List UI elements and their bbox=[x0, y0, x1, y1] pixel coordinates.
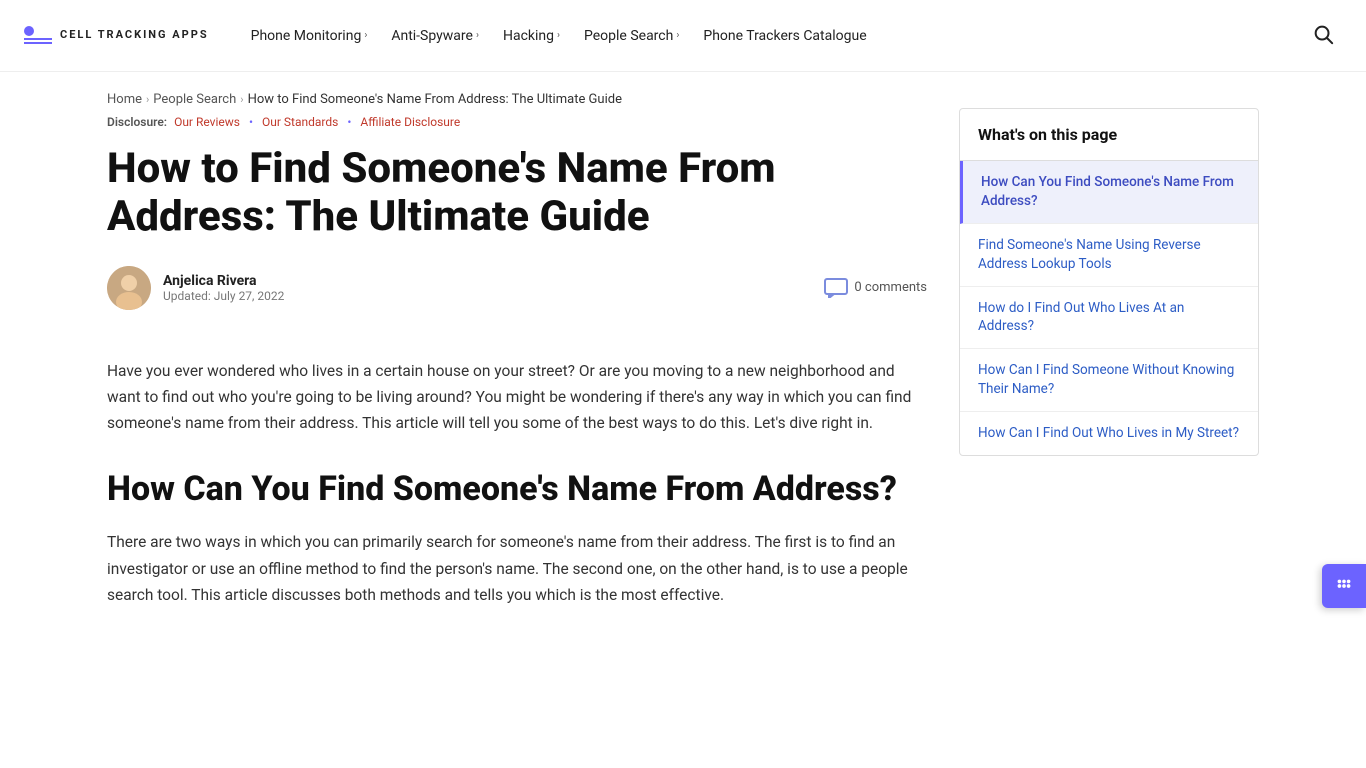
disclosure-our-standards[interactable]: Our Standards bbox=[262, 115, 338, 129]
disclosure-bar: Disclosure: Our Reviews • Our Standards … bbox=[107, 115, 927, 129]
chevron-icon: › bbox=[676, 30, 679, 41]
breadcrumb-current: How to Find Someone's Name From Address:… bbox=[248, 92, 622, 107]
float-icon bbox=[1333, 575, 1355, 597]
search-button[interactable] bbox=[1304, 15, 1342, 57]
author-date: Updated: July 27, 2022 bbox=[163, 289, 284, 303]
toc-item-2[interactable]: How do I Find Out Who Lives At an Addres… bbox=[960, 287, 1258, 350]
nav-phone-monitoring[interactable]: Phone Monitoring › bbox=[241, 20, 378, 52]
site-header: CELL TRACKING APPS Phone Monitoring › An… bbox=[0, 0, 1366, 72]
author-avatar bbox=[107, 266, 151, 310]
logo-icon bbox=[24, 14, 52, 58]
main-nav: Phone Monitoring › Anti-Spyware › Hackin… bbox=[241, 20, 1304, 52]
comments-button[interactable]: 0 comments bbox=[824, 278, 927, 298]
chevron-icon: › bbox=[364, 30, 367, 41]
breadcrumb-sep-2: › bbox=[240, 93, 243, 106]
chevron-icon: › bbox=[557, 30, 560, 41]
toc-title: What's on this page bbox=[960, 109, 1258, 161]
toc-item-1[interactable]: Find Someone's Name Using Reverse Addres… bbox=[960, 224, 1258, 287]
section1-title: How Can You Find Someone's Name From Add… bbox=[107, 469, 927, 510]
chevron-icon: › bbox=[476, 30, 479, 41]
float-button[interactable] bbox=[1322, 564, 1366, 608]
comments-count: 0 comments bbox=[854, 280, 927, 295]
author-name: Anjelica Rivera bbox=[163, 273, 284, 289]
disclosure-label: Disclosure: bbox=[107, 115, 167, 129]
article-body: Have you ever wondered who lives in a ce… bbox=[107, 358, 927, 609]
breadcrumb-people-search[interactable]: People Search bbox=[153, 92, 236, 107]
page-wrap: Home › People Search › How to Find Someo… bbox=[83, 72, 1283, 668]
disclosure-affiliate[interactable]: Affiliate Disclosure bbox=[360, 115, 460, 129]
toc-box: What's on this page How Can You Find Som… bbox=[959, 108, 1259, 456]
nav-people-search[interactable]: People Search › bbox=[574, 20, 689, 52]
toc-item-0[interactable]: How Can You Find Someone's Name From Add… bbox=[960, 161, 1258, 224]
content-area: Home › People Search › How to Find Someo… bbox=[107, 92, 927, 628]
section1-paragraph: There are two ways in which you can prim… bbox=[107, 529, 927, 608]
site-logo[interactable]: CELL TRACKING APPS bbox=[24, 14, 209, 58]
breadcrumb-home[interactable]: Home bbox=[107, 92, 142, 107]
sidebar: What's on this page How Can You Find Som… bbox=[959, 92, 1259, 628]
disclosure-our-reviews[interactable]: Our Reviews bbox=[174, 115, 240, 129]
logo-text: CELL TRACKING APPS bbox=[60, 28, 209, 42]
toc-item-4[interactable]: How Can I Find Out Who Lives in My Stree… bbox=[960, 412, 1258, 455]
article-title: How to Find Someone's Name From Address:… bbox=[107, 145, 927, 242]
comment-icon bbox=[824, 278, 848, 298]
nav-phone-trackers[interactable]: Phone Trackers Catalogue bbox=[693, 20, 876, 52]
breadcrumb: Home › People Search › How to Find Someo… bbox=[107, 92, 927, 107]
author-info: Anjelica Rivera Updated: July 27, 2022 bbox=[107, 266, 284, 310]
breadcrumb-sep-1: › bbox=[146, 93, 149, 106]
toc-item-3[interactable]: How Can I Find Someone Without Knowing T… bbox=[960, 349, 1258, 412]
nav-anti-spyware[interactable]: Anti-Spyware › bbox=[381, 20, 489, 52]
intro-paragraph: Have you ever wondered who lives in a ce… bbox=[107, 358, 927, 437]
nav-hacking[interactable]: Hacking › bbox=[493, 20, 570, 52]
author-bar: Anjelica Rivera Updated: July 27, 2022 0… bbox=[107, 266, 927, 326]
